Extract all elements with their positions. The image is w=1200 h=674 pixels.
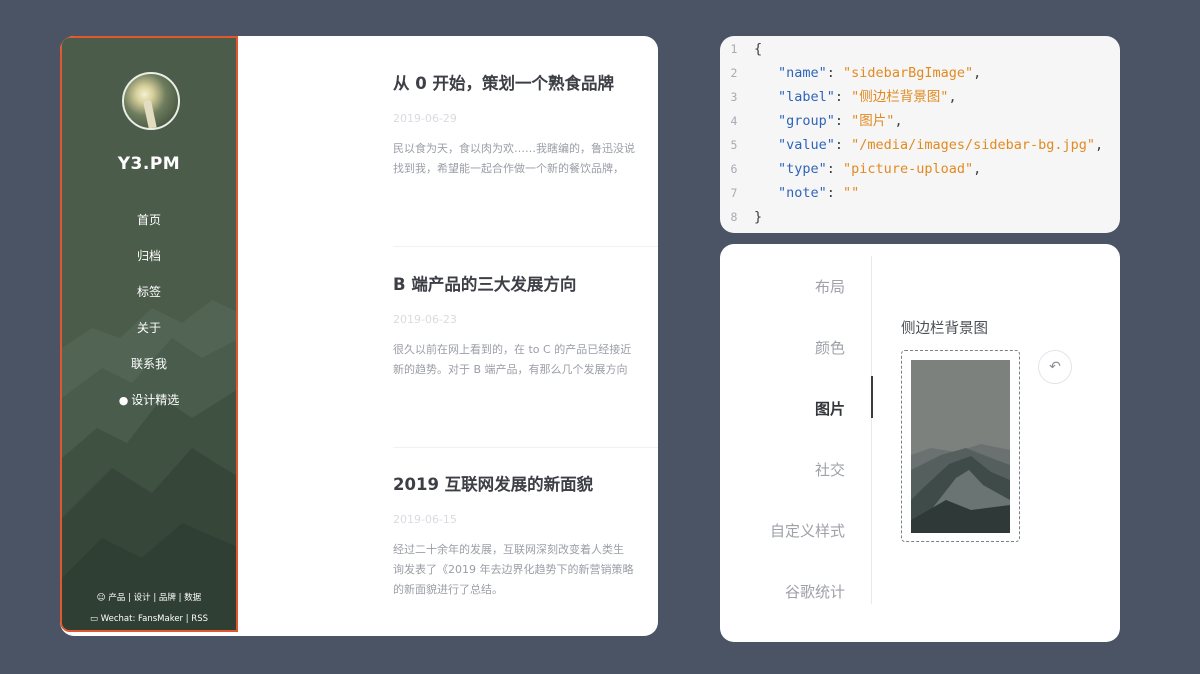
nav-item-design-picks[interactable]: ● 设计精选 (62, 388, 236, 424)
post-divider (393, 246, 658, 247)
nav-item-contact[interactable]: 联系我 (62, 352, 236, 388)
nav-item-archive[interactable]: 归档 (62, 244, 236, 280)
tab-custom-style[interactable]: 自定义样式 (770, 520, 845, 541)
mountain-preview-image (911, 360, 1010, 533)
field-label: 侧边栏背景图 (901, 321, 988, 337)
line-number: 8 (730, 210, 738, 224)
code-line: 3 "label": "侧边栏背景图", (720, 85, 1120, 109)
code-string: "/media/images/sidebar-bg.jpg" (851, 137, 1096, 153)
post-date: 2019-06-15 (393, 513, 457, 526)
tab-images[interactable]: 图片 (815, 398, 845, 419)
code-line: 7 "note": "" (720, 181, 1120, 205)
code-panel: 1{ 2 "name": "sidebarBgImage", 3 "label": … (720, 36, 1120, 233)
post-divider (393, 447, 658, 448)
apple-icon: ● (118, 394, 129, 407)
code-key: "value" (778, 137, 835, 153)
code-string: "侧边栏背景图" (851, 89, 949, 105)
line-number: 3 (730, 90, 738, 104)
tab-colors[interactable]: 颜色 (815, 337, 845, 358)
undo-icon: ↶ (1049, 359, 1061, 375)
code-line: 2 "name": "sidebarBgImage", (720, 61, 1120, 85)
footer-categories[interactable]: ☺ 产品 | 设计 | 品牌 | 数据 (62, 588, 236, 609)
line-number: 4 (730, 114, 738, 128)
code-line: 1{ (720, 37, 1120, 61)
settings-panel: 布局 颜色 图片 社交 自定义样式 谷歌统计 侧边栏背景图 ↶ (720, 244, 1120, 642)
post-excerpt: 很久以前在网上看到的，在 to C 的产品已经接近 新的趋势。对于 B 端产品，… (393, 343, 632, 376)
list-item[interactable]: 2019 互联网发展的新面貌 2019-06-15 经过二十余年的发展，互联网深… (393, 471, 658, 600)
post-title[interactable]: 从 0 开始，策划一个熟食品牌 (393, 70, 658, 94)
list-item[interactable]: B 端产品的三大发展方向 2019-06-23 很久以前在网上看到的，在 to … (393, 271, 658, 380)
site-title[interactable]: Y3.PM (62, 154, 236, 174)
code-string: "图片" (851, 113, 895, 129)
code-line: 5 "value": "/media/images/sidebar-bg.jpg"… (720, 133, 1120, 157)
nav-item-tags[interactable]: 标签 (62, 280, 236, 316)
line-number: 5 (730, 138, 738, 152)
code-line: 6 "type": "picture-upload", (720, 157, 1120, 181)
code-string: "sidebarBgImage" (843, 65, 974, 81)
post-excerpt: 民以食为天，食以肉为欢……我瞎编的，鲁迅没说 找到我，希望能一起合作做一个新的餐… (393, 142, 635, 175)
blog-sidebar[interactable]: Y3.PM 首页 归档 标签 关于 联系我 ● 设计精选 ☺ 产品 | 设计 | … (60, 36, 238, 632)
tab-layout[interactable]: 布局 (815, 276, 845, 297)
post-title[interactable]: B 端产品的三大发展方向 (393, 271, 658, 295)
code-line: 8} (720, 205, 1120, 229)
line-number: 1 (730, 42, 738, 56)
picture-upload[interactable] (901, 350, 1020, 542)
line-number: 2 (730, 66, 738, 80)
sidebar-bg-preview (911, 360, 1010, 533)
code-string: "" (843, 185, 860, 201)
footer-social[interactable]: ▭ Wechat: FansMaker | RSS (62, 609, 236, 630)
nav-item-about[interactable]: 关于 (62, 316, 236, 352)
code-key: "label" (778, 89, 835, 105)
list-item[interactable]: 从 0 开始，策划一个熟食品牌 2019-06-29 民以食为天，食以肉为欢……… (393, 70, 658, 179)
nav-item-home[interactable]: 首页 (62, 208, 236, 244)
tab-google-analytics[interactable]: 谷歌统计 (785, 581, 845, 602)
settings-tabs: 布局 颜色 图片 社交 自定义样式 谷歌统计 (720, 256, 872, 604)
person-icon: ☺ (96, 593, 106, 603)
reset-button[interactable]: ↶ (1038, 350, 1072, 384)
code-key: "name" (778, 65, 827, 81)
code-key: "note" (778, 185, 827, 201)
active-tab-indicator (871, 376, 873, 418)
post-title[interactable]: 2019 互联网发展的新面貌 (393, 471, 658, 495)
chat-bubble-icon: ▭ (89, 614, 99, 624)
code-line: 4 "group": "图片", (720, 109, 1120, 133)
post-date: 2019-06-29 (393, 112, 457, 125)
sidebar-footer: ☺ 产品 | 设计 | 品牌 | 数据 ▭ Wechat: FansMaker … (62, 588, 236, 630)
code-key: "type" (778, 161, 827, 177)
post-list: 从 0 开始，策划一个熟食品牌 2019-06-29 民以食为天，食以肉为欢……… (393, 36, 658, 636)
line-number: 6 (730, 162, 738, 176)
post-excerpt: 经过二十余年的发展，互联网深刻改变着人类生 询发表了《2019 年去边界化趋势下… (393, 543, 634, 596)
blog-preview: Y3.PM 首页 归档 标签 关于 联系我 ● 设计精选 ☺ 产品 | 设计 | … (60, 36, 658, 636)
line-number: 7 (730, 186, 738, 200)
avatar[interactable] (122, 72, 180, 130)
sidebar-nav: 首页 归档 标签 关于 联系我 ● 设计精选 (62, 208, 236, 424)
tab-social[interactable]: 社交 (815, 459, 845, 480)
code-key: "group" (778, 113, 835, 129)
code-string: "picture-upload" (843, 161, 974, 177)
post-date: 2019-06-23 (393, 313, 457, 326)
